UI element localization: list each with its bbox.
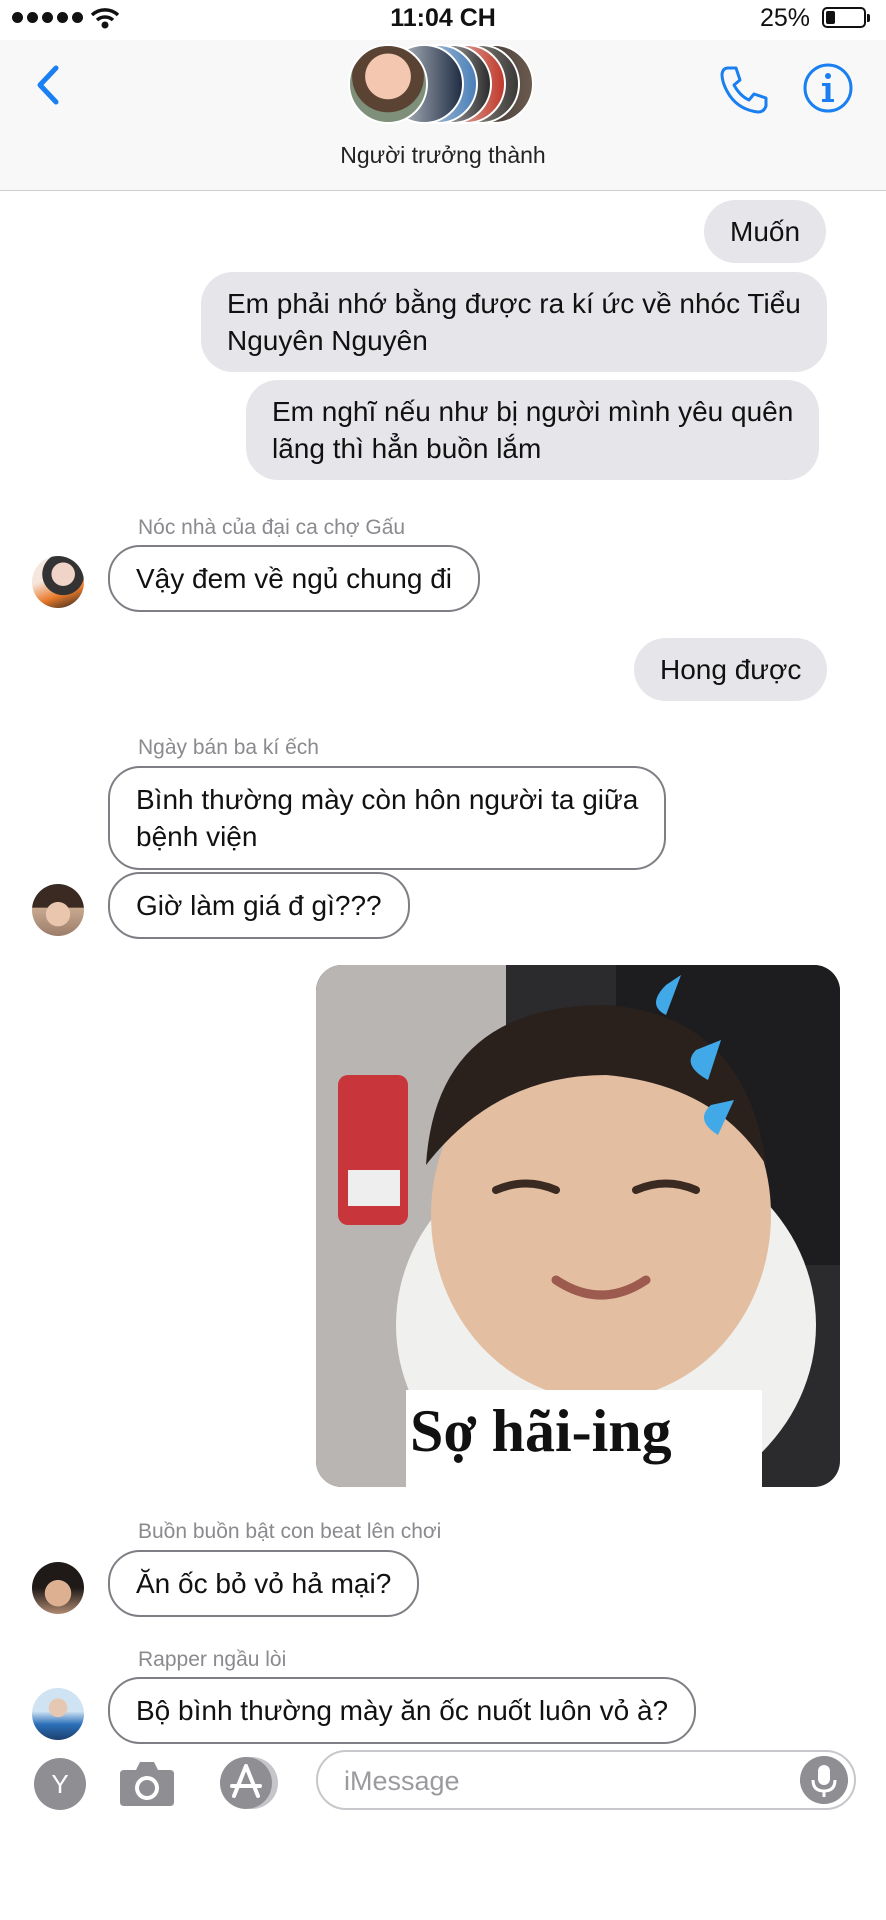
info-icon[interactable]	[802, 62, 854, 114]
message-text-line: bệnh viện	[136, 821, 258, 852]
message-text-line: Em phải nhớ bằng được ra kí ức về nhóc T…	[227, 288, 801, 319]
sender-name: Ngày bán ba kí ếch	[138, 736, 319, 759]
message-text-line: Em nghĩ nếu như bị người mình yêu quên	[272, 396, 794, 427]
camera-icon[interactable]	[118, 1756, 176, 1808]
outgoing-message[interactable]: Em phải nhớ bằng được ra kí ức về nhóc T…	[201, 272, 827, 372]
message-input[interactable]: iMessage	[316, 1750, 856, 1810]
compose-bar: Y iMessage	[0, 1728, 886, 1848]
message-text: Ăn ốc bỏ vỏ hả mại?	[136, 1568, 392, 1599]
message-text: Hong được	[660, 654, 802, 685]
incoming-message[interactable]: Bình thường mày còn hôn người ta giữa bệ…	[108, 766, 667, 870]
sender-avatar[interactable]	[32, 556, 84, 608]
outgoing-message[interactable]: Hong được	[634, 638, 828, 701]
battery-icon	[822, 7, 870, 28]
incoming-message[interactable]: Vậy đem về ngủ chung đi	[108, 545, 480, 612]
phone-icon[interactable]	[716, 62, 772, 118]
sticker-caption: Sợ hãi-ing	[410, 1398, 672, 1464]
outgoing-message[interactable]: Em nghĩ nếu như bị người mình yêu quên l…	[246, 380, 820, 480]
back-chevron-icon[interactable]	[24, 60, 74, 110]
group-avatar-main	[348, 44, 428, 124]
group-title[interactable]: Người trưởng thành	[0, 142, 886, 169]
conversation-header: Người trưởng thành	[0, 40, 886, 191]
battery-percentage: 25%	[759, 4, 810, 32]
sender-avatar[interactable]	[32, 1562, 84, 1614]
group-avatar-stack[interactable]	[348, 44, 538, 128]
app-store-icon[interactable]	[214, 1754, 284, 1812]
message-text: Giờ làm giá đ gì???	[136, 890, 382, 921]
message-text-line: Nguyên Nguyên	[227, 325, 428, 356]
sender-name: Nóc nhà của đại ca chợ Gấu	[138, 516, 406, 539]
message-text: Vậy đem về ngủ chung đi	[136, 563, 452, 594]
message-text-line: Bình thường mày còn hôn người ta giữa	[136, 784, 639, 815]
status-bar: 11:04 CH 25%	[0, 0, 886, 40]
incoming-message[interactable]: Ăn ốc bỏ vỏ hả mại?	[108, 1550, 420, 1617]
message-input-placeholder: iMessage	[344, 1766, 460, 1796]
message-text-line: lãng thì hẳn buồn lắm	[272, 433, 542, 464]
memoji-app-button[interactable]: Y	[34, 1758, 86, 1810]
message-text: Muốn	[730, 216, 801, 247]
message-text: Bộ bình thường mày ăn ốc nuốt luôn vỏ à?	[136, 1695, 669, 1726]
sticker-image[interactable]: Sợ hãi-ing	[316, 965, 840, 1487]
clock: 11:04 CH	[390, 4, 496, 32]
outgoing-message[interactable]: Muốn	[704, 200, 827, 263]
microphone-icon[interactable]	[800, 1756, 848, 1804]
sender-name: Rapper ngầu lòi	[138, 1648, 287, 1671]
sender-avatar[interactable]	[32, 884, 84, 936]
incoming-message[interactable]: Giờ làm giá đ gì???	[108, 872, 410, 939]
sender-name: Buồn buồn bật con beat lên chơi	[138, 1520, 442, 1543]
